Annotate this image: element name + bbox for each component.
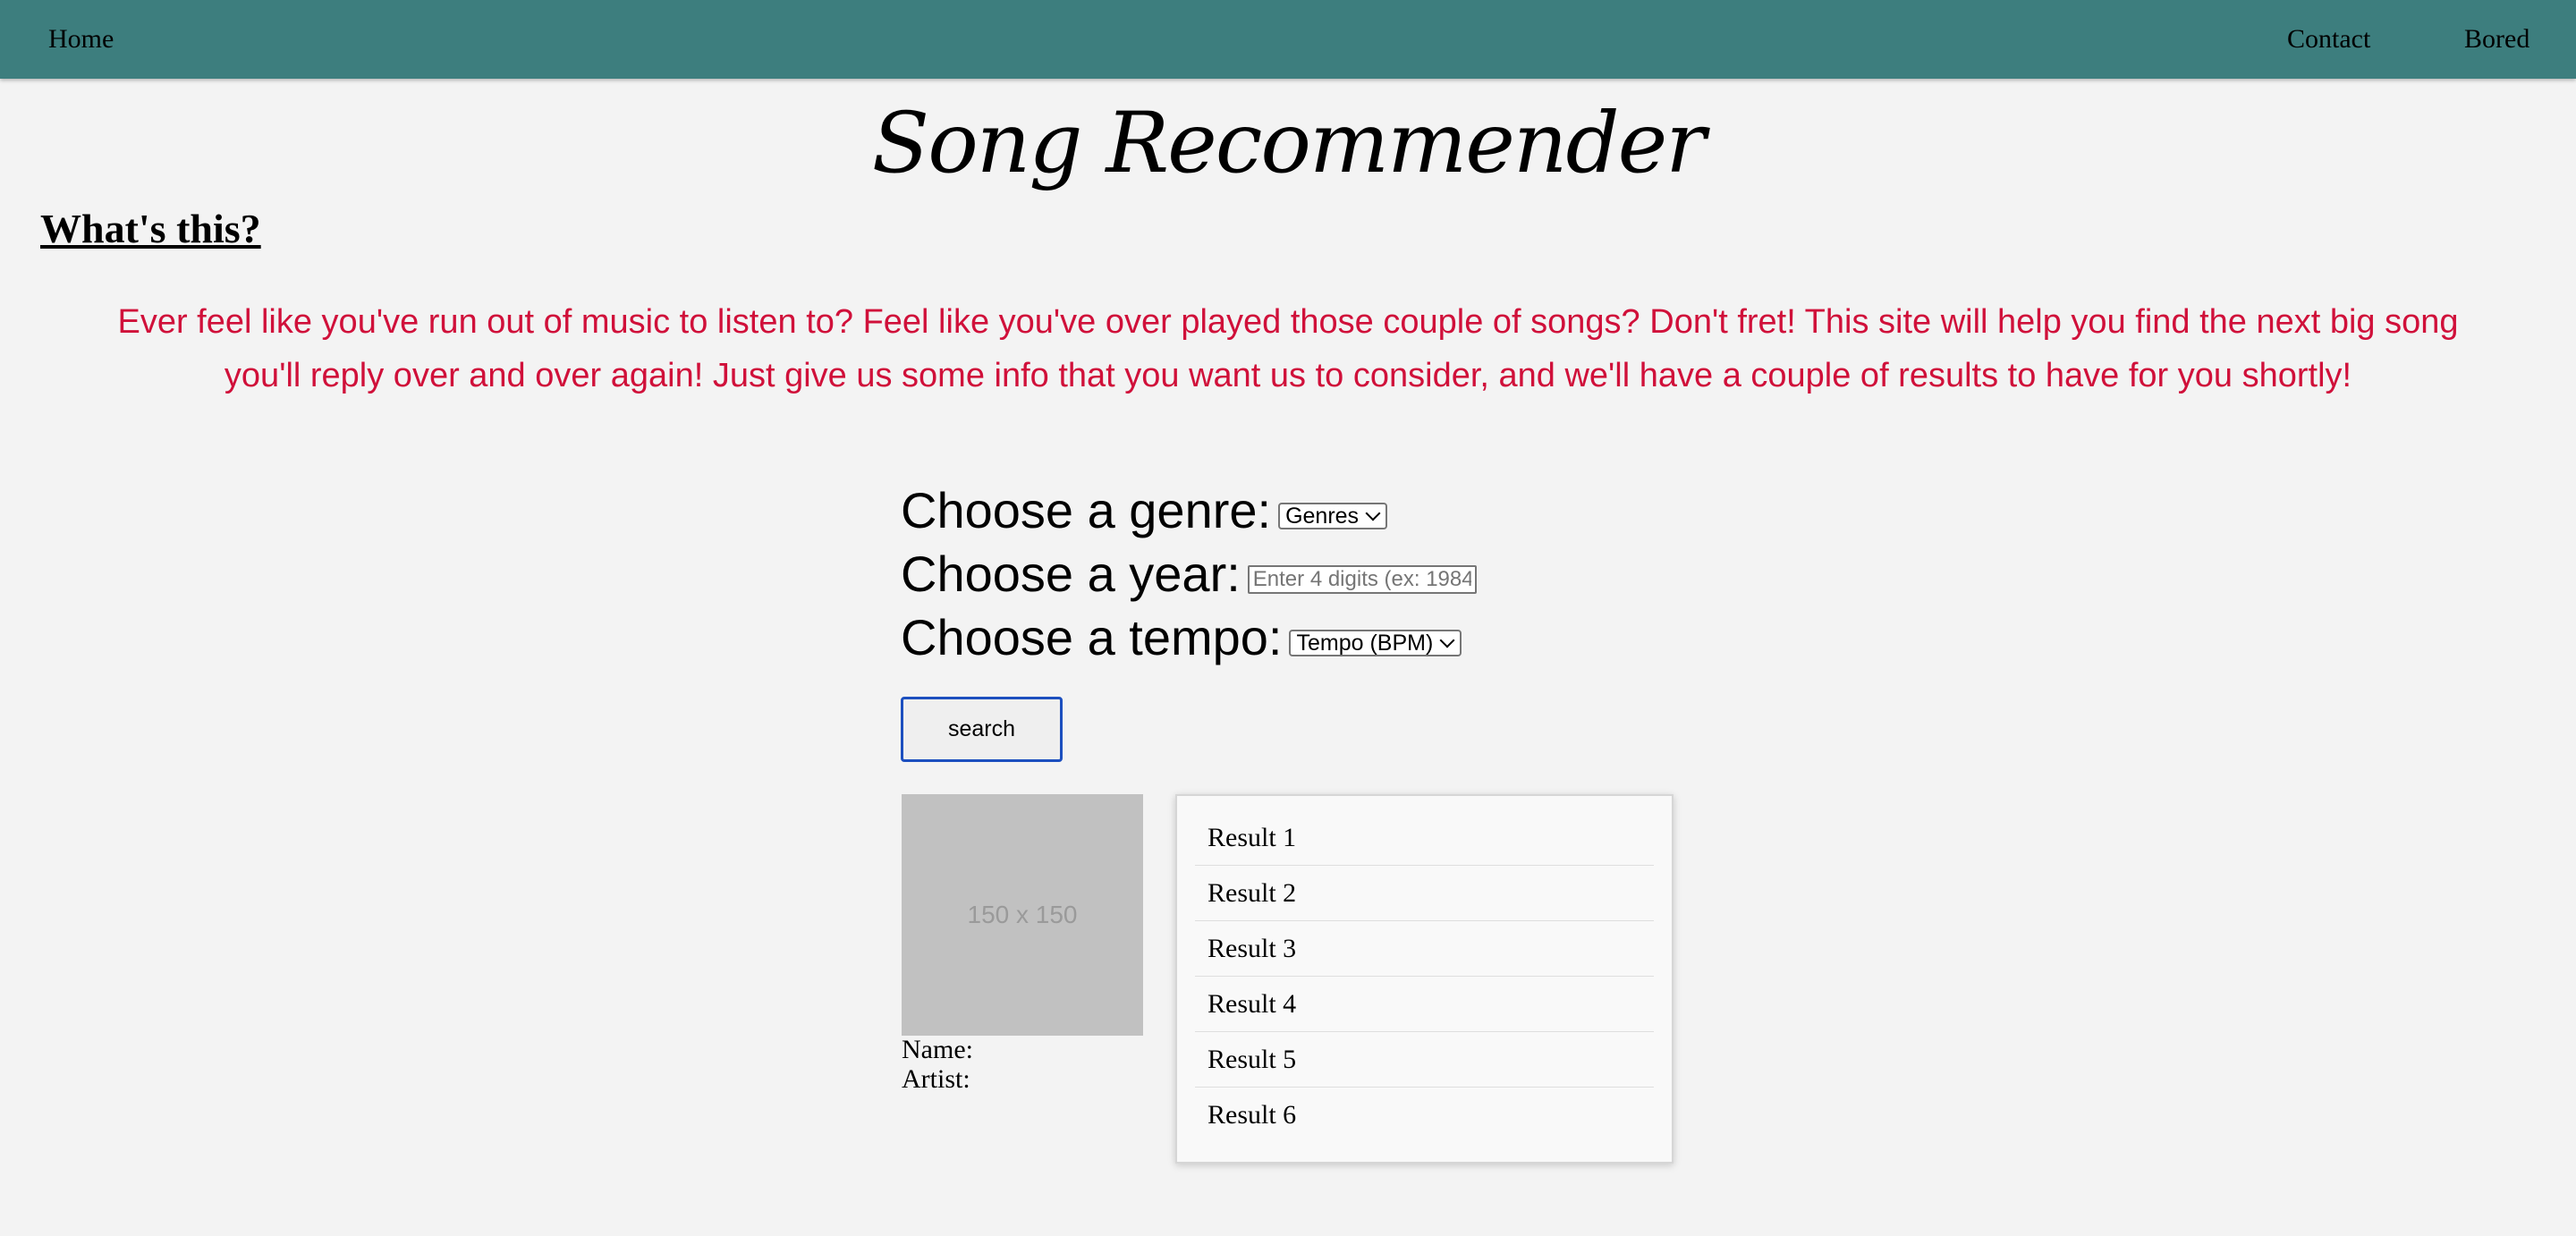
result-item[interactable]: Result 5: [1195, 1032, 1654, 1088]
genre-label: Choose a genre:: [901, 482, 1272, 538]
genre-row: Choose a genre: Genres: [901, 479, 1388, 542]
results-list: Result 1 Result 2 Result 3 Result 4 Resu…: [1175, 794, 1674, 1164]
tempo-label: Choose a tempo:: [901, 609, 1283, 665]
result-item[interactable]: Result 2: [1195, 866, 1654, 921]
result-item[interactable]: Result 4: [1195, 977, 1654, 1032]
genre-selected-value: Genres: [1285, 504, 1360, 529]
tempo-selected-value: Tempo (BPM): [1296, 631, 1434, 656]
album-art-placeholder-text: 150 x 150: [967, 901, 1078, 928]
result-item[interactable]: Result 1: [1195, 810, 1654, 866]
nav-bored-link[interactable]: Bored: [2464, 21, 2529, 57]
chevron-down-icon: [1439, 632, 1455, 648]
whats-this-heading: What's this?: [40, 206, 261, 251]
search-button[interactable]: search: [901, 697, 1063, 762]
song-name-label: Name:: [902, 1035, 973, 1064]
tempo-row: Choose a tempo: Tempo (BPM): [901, 606, 1462, 669]
navbar: Home Contact Bored: [0, 0, 2576, 79]
year-input[interactable]: [1247, 565, 1477, 594]
result-item[interactable]: Result 6: [1195, 1088, 1654, 1143]
year-row: Choose a year:: [901, 543, 1477, 605]
page-title: Song Recommender: [871, 95, 1706, 192]
nav-contact-link[interactable]: Contact: [2287, 21, 2370, 57]
genre-select[interactable]: Genres: [1278, 503, 1388, 529]
chevron-down-icon: [1365, 505, 1381, 521]
result-item[interactable]: Result 3: [1195, 921, 1654, 977]
song-artist-label: Artist:: [902, 1064, 970, 1094]
year-label: Choose a year:: [901, 546, 1241, 602]
tempo-select[interactable]: Tempo (BPM): [1289, 630, 1462, 656]
album-art-placeholder: 150 x 150: [902, 794, 1143, 1036]
intro-text: Ever feel like you've run out of music t…: [117, 303, 2459, 394]
nav-home-link[interactable]: Home: [48, 21, 114, 57]
